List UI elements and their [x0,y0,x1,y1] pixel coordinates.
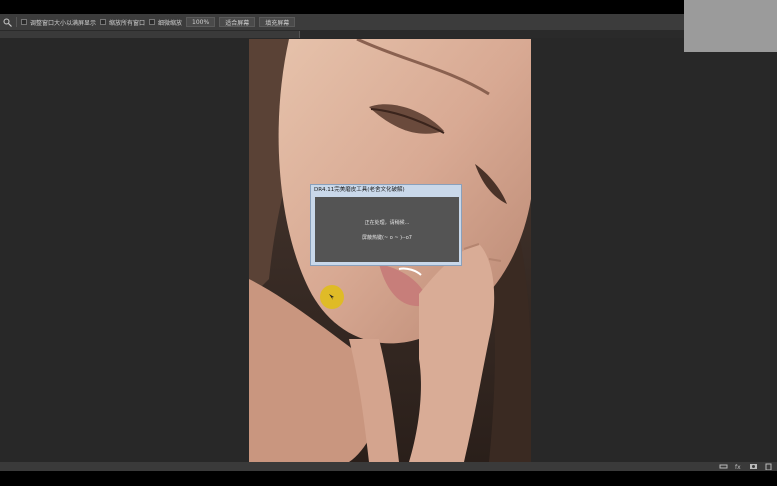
cursor-highlight [320,285,344,309]
link-icon[interactable] [719,463,728,470]
scrubby-zoom-label: 细微缩放 [158,19,183,27]
document-tab-bar [0,31,777,38]
zoom-all-label: 缩放所有窗口 [109,19,146,27]
dialog-body: 正在处理，请稍候... 屏蔽热键(~ o ~ )--o7 [315,197,459,262]
zoom-all-option[interactable]: 缩放所有窗口 [100,18,145,27]
zoom-tool-icon[interactable] [2,17,12,27]
bottom-strip [0,471,777,486]
fx-icon[interactable]: fx [734,463,743,470]
overlay-panel [684,0,777,52]
resize-windows-option[interactable]: 调整窗口大小以满屏显示 [21,18,96,27]
separator [16,17,17,27]
zoom-all-checkbox[interactable] [100,19,107,25]
processing-message: 正在处理，请稍候... [364,220,410,226]
mouse-pointer-icon [329,294,335,300]
document-tab[interactable] [0,31,300,38]
processing-dialog: DR4.11完美磨皮工具(老舍文化破解) 正在处理，请稍候... 屏蔽热键(~ … [310,184,462,266]
dialog-title: DR4.11完美磨皮工具(老舍文化破解) [314,187,405,193]
top-bar [0,0,777,14]
status-icons: fx [719,462,773,471]
scrubby-zoom-checkbox[interactable] [149,19,156,25]
options-bar: 调整窗口大小以满屏显示 缩放所有窗口 细微缩放 100% 适合屏幕 填充屏幕 [0,14,777,31]
trash-icon[interactable] [764,463,773,470]
scrubby-zoom-option[interactable]: 细微缩放 [149,18,182,27]
svg-text:fx: fx [735,464,741,470]
fit-screen-button[interactable]: 适合屏幕 [219,17,256,27]
mask-icon[interactable] [749,463,758,470]
resize-windows-label: 调整窗口大小以满屏显示 [30,19,97,27]
shortcut-hint: 屏蔽热键(~ o ~ )--o7 [362,235,412,241]
fill-screen-button[interactable]: 填充屏幕 [259,17,296,27]
resize-windows-checkbox[interactable] [21,19,27,25]
status-bar: fx [0,462,777,471]
zoom-percent-button[interactable]: 100% [186,17,216,27]
